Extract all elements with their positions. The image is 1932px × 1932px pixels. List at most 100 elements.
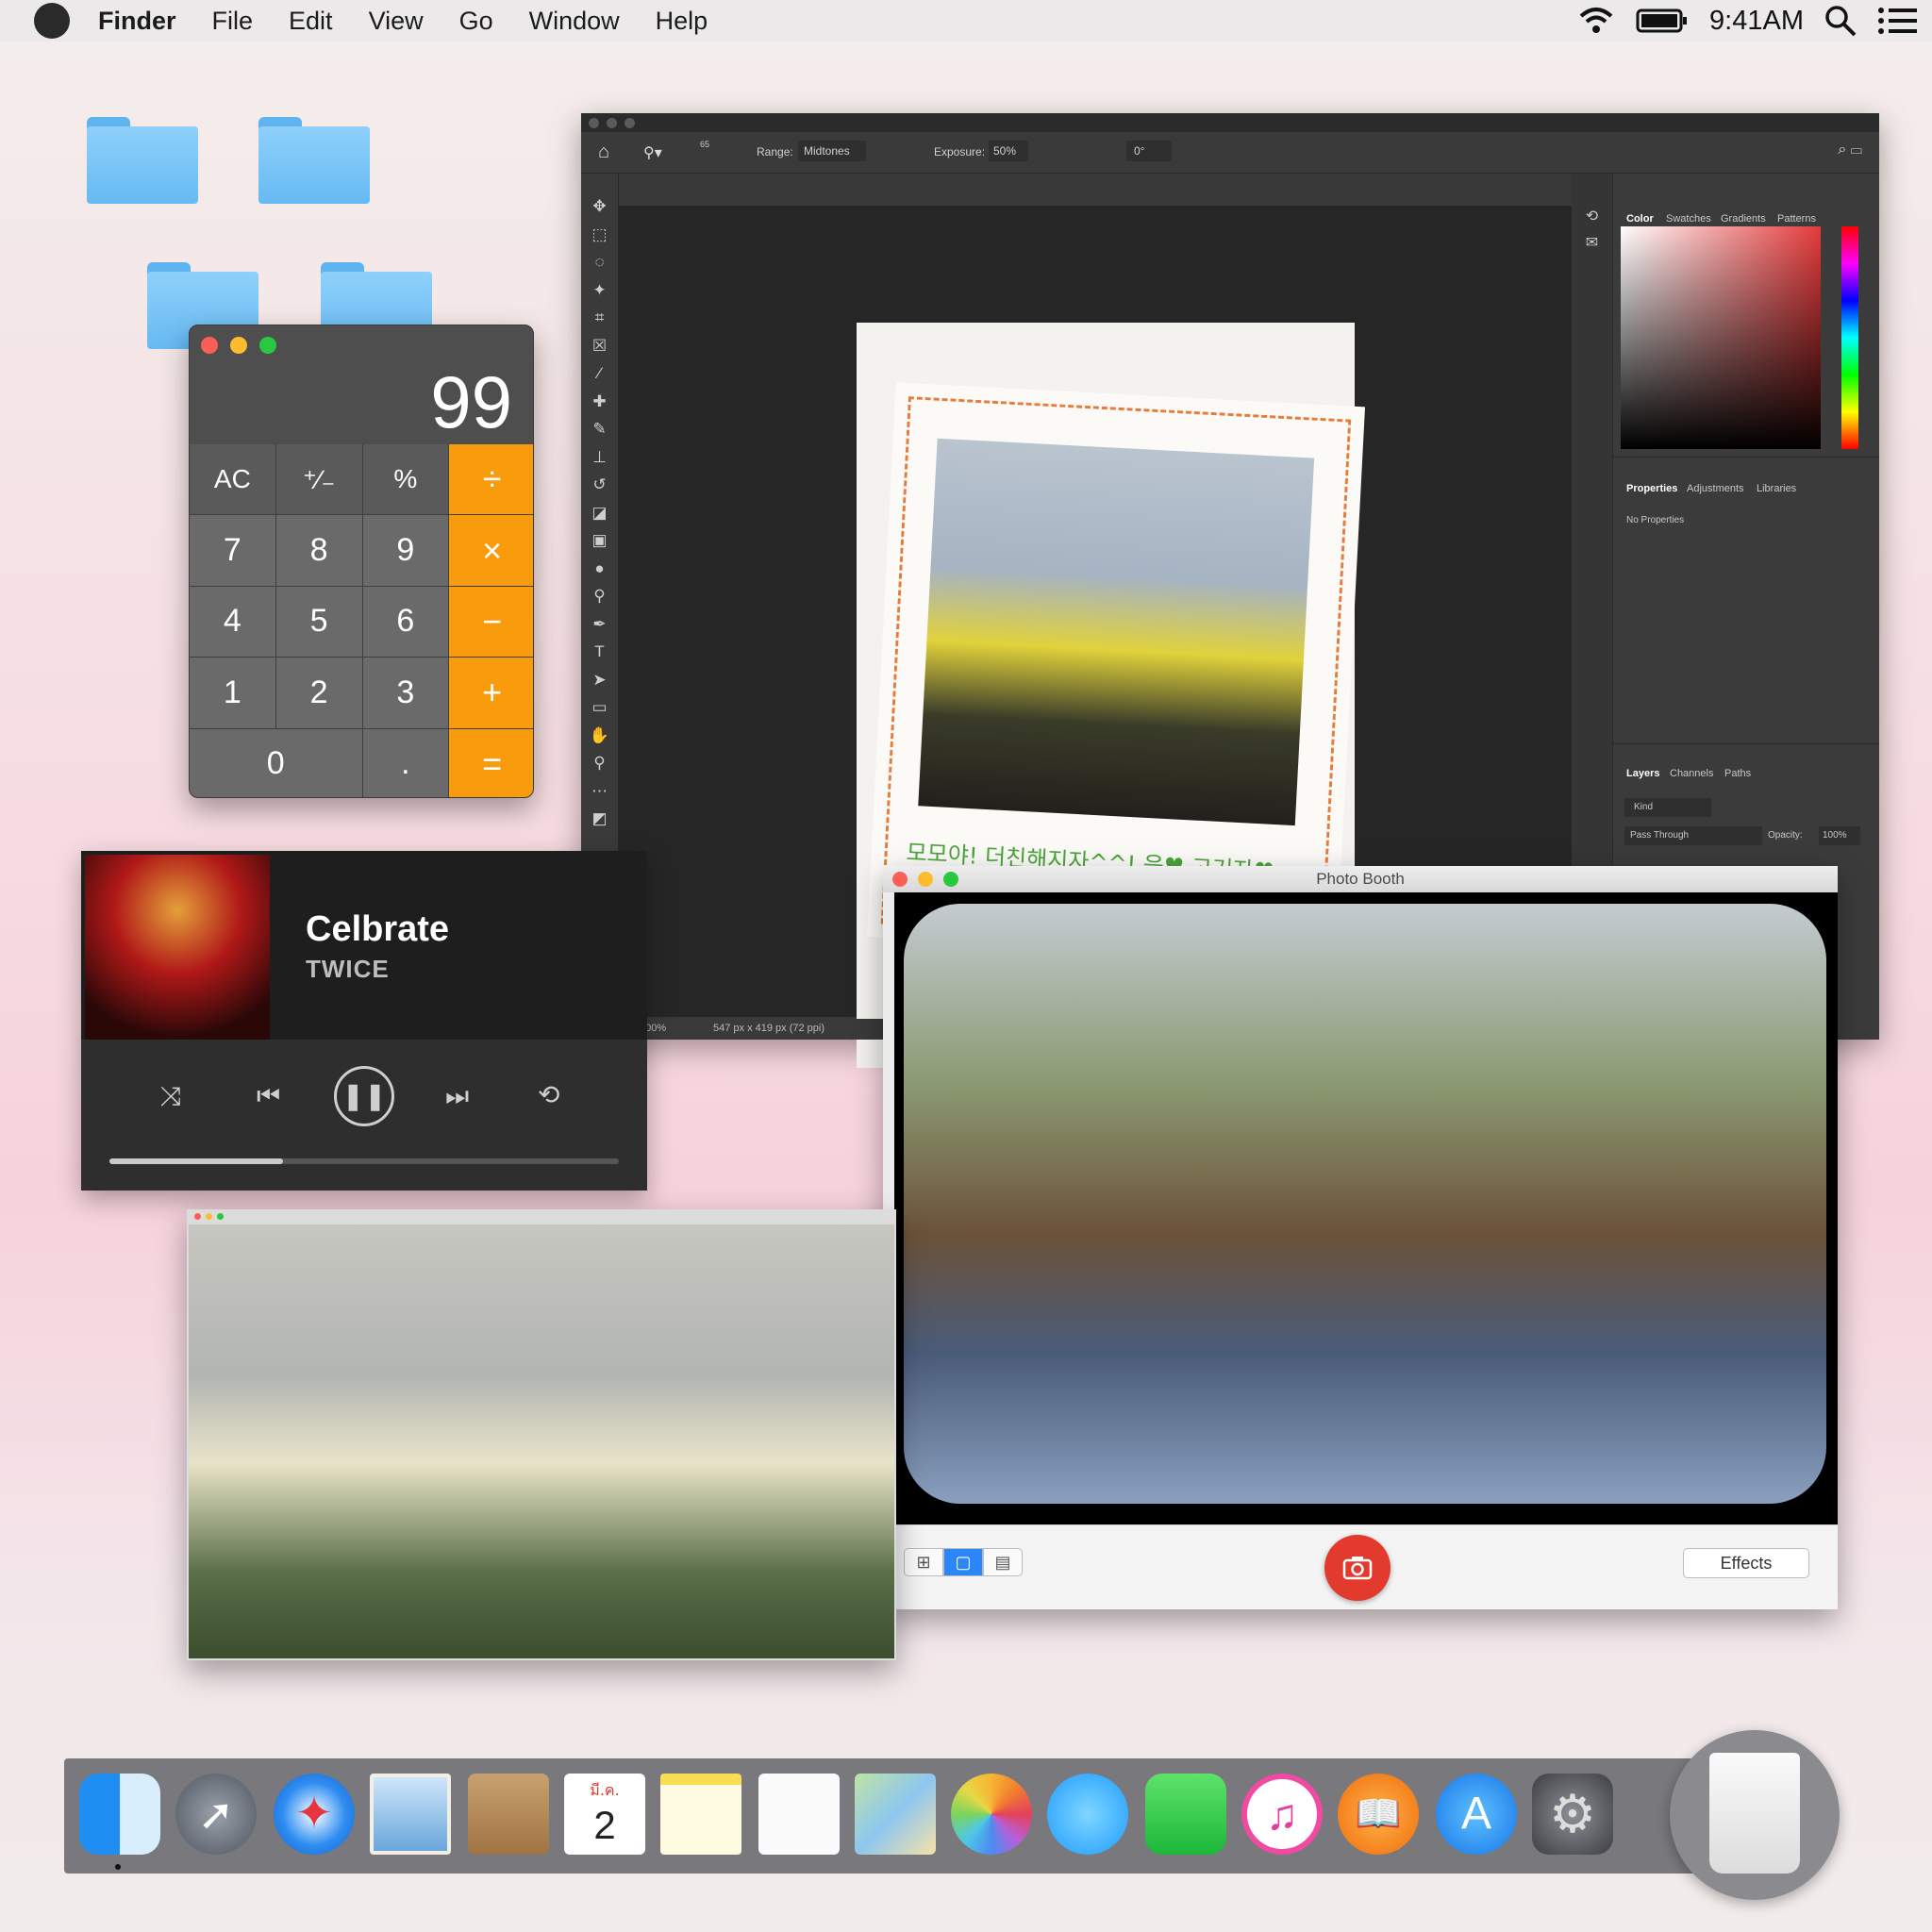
history-brush-tool-icon[interactable]: ↺	[581, 471, 618, 499]
wifi-icon[interactable]	[1577, 7, 1615, 35]
tab-properties[interactable]: Properties	[1626, 483, 1677, 494]
brush-tool-icon[interactable]: ✎	[581, 415, 618, 443]
zoom-button[interactable]	[217, 1213, 224, 1220]
menu-help[interactable]: Help	[656, 7, 708, 36]
video-view-icon[interactable]: ▤	[983, 1548, 1023, 1576]
key-1[interactable]: 1	[190, 658, 275, 728]
menu-view[interactable]: View	[369, 7, 424, 36]
eraser-tool-icon[interactable]: ◪	[581, 499, 618, 527]
move-tool-icon[interactable]: ✥	[581, 192, 618, 221]
gradient-tool-icon[interactable]: ▣	[581, 526, 618, 555]
blur-tool-icon[interactable]: ●	[581, 555, 618, 583]
key-8[interactable]: 8	[275, 515, 362, 586]
key-percent[interactable]: %	[362, 444, 449, 515]
notes-icon[interactable]	[660, 1774, 741, 1855]
layer-kind-filter[interactable]: Kind	[1624, 798, 1711, 817]
video-frame[interactable]	[189, 1224, 894, 1658]
effects-button[interactable]: Effects	[1683, 1548, 1809, 1578]
finder-icon[interactable]	[79, 1774, 160, 1855]
key-2[interactable]: 2	[275, 658, 362, 728]
key-subtract[interactable]: −	[449, 586, 533, 658]
tab-adjustments[interactable]: Adjustments	[1687, 483, 1744, 494]
shutter-button[interactable]	[1324, 1535, 1391, 1601]
next-track-icon[interactable]: ⏭	[445, 1081, 469, 1112]
menu-file[interactable]: File	[212, 7, 254, 36]
opacity-input[interactable]: 100%	[1819, 826, 1860, 845]
minimize-button[interactable]	[607, 118, 617, 128]
hand-tool-icon[interactable]: ✋	[581, 722, 618, 750]
more-tools-icon[interactable]: ⋯	[581, 777, 618, 806]
tab-color[interactable]: Color	[1626, 213, 1654, 225]
range-select[interactable]: Midtones	[798, 141, 866, 161]
blend-mode-select[interactable]: Pass Through	[1624, 826, 1762, 845]
battery-icon[interactable]	[1636, 8, 1689, 34]
zoom-button[interactable]	[259, 337, 276, 354]
key-equals[interactable]: =	[449, 728, 533, 797]
rectangle-tool-icon[interactable]: ▭	[581, 693, 618, 722]
close-button[interactable]	[892, 872, 908, 887]
desktop-folder-icon[interactable]	[87, 117, 198, 204]
tab-layers[interactable]: Layers	[1626, 768, 1659, 779]
key-6[interactable]: 6	[362, 586, 449, 658]
reminders-icon[interactable]	[758, 1774, 840, 1855]
close-button[interactable]	[201, 337, 218, 354]
pause-button[interactable]: ❚❚	[334, 1066, 394, 1126]
menu-app-name[interactable]: Finder	[98, 7, 176, 36]
key-clear[interactable]: AC	[190, 444, 275, 515]
menu-window[interactable]: Window	[529, 7, 620, 36]
exposure-input[interactable]: 50%	[989, 141, 1028, 161]
key-divide[interactable]: ÷	[449, 444, 533, 515]
lasso-tool-icon[interactable]: ◌	[581, 248, 618, 276]
notification-center-icon[interactable]	[1877, 7, 1919, 35]
minimize-button[interactable]	[206, 1213, 212, 1220]
key-sign[interactable]: ⁺∕₋	[275, 444, 362, 515]
dodge-tool-icon[interactable]: ⚲	[581, 582, 618, 610]
ibooks-icon[interactable]: 📖	[1338, 1774, 1419, 1855]
pen-tool-icon[interactable]: ✒	[581, 610, 618, 639]
stamp-tool-icon[interactable]: ⊥	[581, 443, 618, 472]
healing-tool-icon[interactable]: ✚	[581, 388, 618, 416]
close-button[interactable]	[194, 1213, 201, 1220]
search-icon[interactable]: ⌕ ▭	[1838, 142, 1862, 158]
key-4[interactable]: 4	[190, 586, 275, 658]
tab-swatches[interactable]: Swatches	[1666, 213, 1711, 225]
key-decimal[interactable]: .	[362, 728, 449, 797]
calendar-icon[interactable]: มี.ค. 2	[564, 1774, 645, 1855]
desktop-folder-icon[interactable]	[258, 117, 370, 204]
minimize-button[interactable]	[918, 872, 933, 887]
home-icon[interactable]: ⌂	[598, 142, 609, 163]
path-selection-tool-icon[interactable]: ➤	[581, 666, 618, 694]
menu-edit[interactable]: Edit	[289, 7, 333, 36]
apple-logo-icon[interactable]	[34, 3, 70, 39]
menu-go[interactable]: Go	[459, 7, 493, 36]
repeat-icon[interactable]: ⟲	[538, 1079, 559, 1110]
messages-icon[interactable]	[1047, 1774, 1128, 1855]
color-swatches-icon[interactable]: ◩	[581, 805, 618, 833]
brush-size-icon[interactable]: 65	[700, 140, 709, 149]
angle-input[interactable]: 0°	[1126, 141, 1172, 161]
zoom-button[interactable]	[625, 118, 635, 128]
tab-gradients[interactable]: Gradients	[1721, 213, 1766, 225]
menu-clock[interactable]: 9:41AM	[1709, 6, 1804, 37]
facetime-icon[interactable]	[1145, 1774, 1226, 1855]
mail-icon[interactable]	[370, 1774, 451, 1855]
shuffle-icon[interactable]: ⤨	[160, 1081, 181, 1112]
tab-paths[interactable]: Paths	[1724, 768, 1751, 779]
history-panel-icon[interactable]: ⟲	[1572, 204, 1612, 230]
hue-slider[interactable]	[1841, 226, 1858, 449]
launchpad-icon[interactable]: ➚	[175, 1774, 257, 1855]
close-button[interactable]	[589, 118, 599, 128]
key-5[interactable]: 5	[275, 586, 362, 658]
app-store-icon[interactable]: A	[1436, 1774, 1517, 1855]
key-9[interactable]: 9	[362, 515, 449, 586]
safari-icon[interactable]: ✦	[274, 1774, 355, 1855]
zoom-button[interactable]	[943, 872, 958, 887]
system-preferences-icon[interactable]: ⚙	[1532, 1774, 1613, 1855]
key-3[interactable]: 3	[362, 658, 449, 728]
frame-tool-icon[interactable]: ☒	[581, 332, 618, 360]
trash-icon[interactable]	[1670, 1730, 1840, 1900]
key-add[interactable]: +	[449, 658, 533, 728]
key-0[interactable]: 0	[190, 728, 362, 797]
itunes-icon[interactable]: ♫	[1241, 1774, 1323, 1855]
four-up-view-icon[interactable]: ⊞	[904, 1548, 943, 1576]
